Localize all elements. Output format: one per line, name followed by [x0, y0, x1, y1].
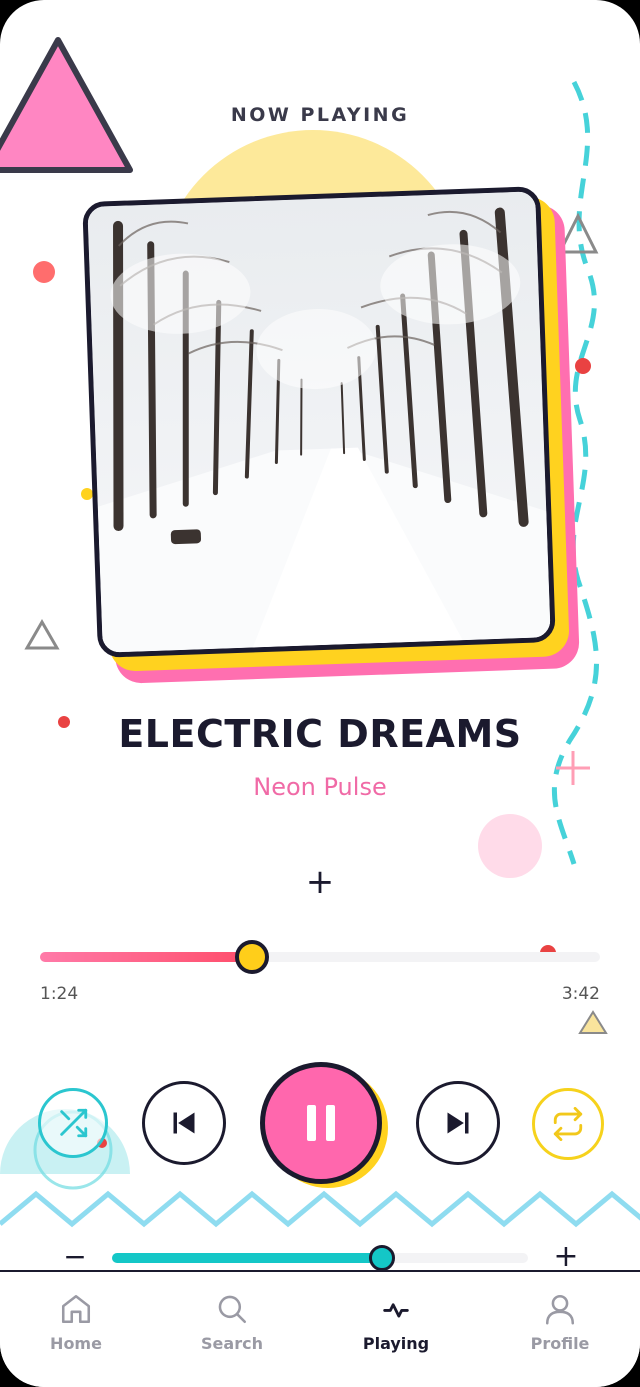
repeat-button[interactable]: [532, 1088, 604, 1160]
nav-item-playing[interactable]: Playing: [336, 1292, 456, 1353]
pause-button[interactable]: [260, 1062, 382, 1184]
volume-handle[interactable]: [369, 1245, 395, 1271]
yellow-triangle-decoration: [578, 1010, 608, 1034]
now-playing-label: NOW PLAYING: [230, 104, 410, 126]
album-artwork[interactable]: [82, 186, 556, 658]
bottom-navigation: Home Search Playing Profile: [0, 1270, 640, 1387]
volume-slider[interactable]: [112, 1253, 528, 1263]
track-title: ELECTRIC DREAMS: [118, 712, 522, 756]
now-playing-screen: NOW PLAYING ELECTRIC DREAMS Neon Pulse +…: [0, 0, 640, 1387]
shuffle-button[interactable]: [38, 1088, 108, 1158]
volume-fill: [112, 1253, 382, 1263]
pause-icon: [307, 1105, 335, 1141]
track-artist[interactable]: Neon Pulse: [0, 773, 640, 801]
total-duration: 3:42: [561, 984, 600, 1004]
progress-bar[interactable]: [40, 952, 600, 962]
home-icon: [61, 1294, 91, 1324]
nav-item-profile[interactable]: Profile: [500, 1292, 620, 1353]
previous-track-button[interactable]: [142, 1081, 226, 1165]
progress-fill: [40, 952, 252, 962]
volume-up-button[interactable]: +: [552, 1240, 580, 1274]
add-to-playlist-button[interactable]: +: [304, 862, 336, 902]
zigzag-decoration: [0, 1190, 640, 1228]
elapsed-time: 1:24: [40, 984, 79, 1004]
repeat-icon: [553, 1107, 583, 1141]
volume-down-button[interactable]: −: [62, 1240, 88, 1274]
dot-decoration: [81, 488, 93, 500]
nav-label-playing: Playing: [362, 1334, 430, 1353]
user-icon: [545, 1294, 575, 1325]
outline-triangle-decoration: [24, 618, 60, 650]
snowy-forest-artwork: [87, 191, 551, 653]
dot-decoration: [33, 261, 55, 283]
pink-bubble-decoration: [478, 814, 542, 878]
nav-item-search[interactable]: Search: [172, 1292, 292, 1353]
progress-handle[interactable]: [235, 940, 269, 974]
search-icon: [218, 1295, 247, 1324]
pulse-icon: [383, 1303, 409, 1318]
nav-label-profile: Profile: [530, 1334, 590, 1353]
nav-label-search: Search: [201, 1334, 263, 1353]
shuffle-icon: [60, 1108, 88, 1138]
skip-next-icon: [447, 1112, 469, 1134]
nav-item-home[interactable]: Home: [16, 1292, 136, 1353]
next-track-button[interactable]: [416, 1081, 500, 1165]
skip-previous-icon: [173, 1112, 195, 1134]
dot-decoration: [575, 358, 591, 374]
nav-label-home: Home: [50, 1334, 102, 1353]
